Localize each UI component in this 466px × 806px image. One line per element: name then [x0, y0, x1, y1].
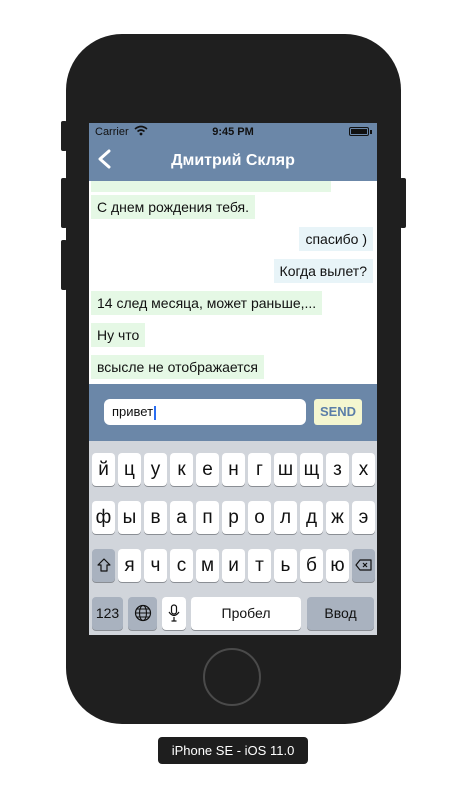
- key[interactable]: н: [222, 453, 245, 486]
- numbers-key[interactable]: 123: [92, 597, 123, 630]
- key[interactable]: к: [170, 453, 193, 486]
- message-input-value: привет: [112, 404, 154, 419]
- key[interactable]: ч: [144, 549, 167, 582]
- volume-down-button: [61, 240, 67, 290]
- key[interactable]: м: [196, 549, 219, 582]
- key[interactable]: ь: [274, 549, 297, 582]
- key[interactable]: а: [170, 501, 193, 534]
- message-input[interactable]: привет: [104, 399, 306, 425]
- text-cursor: [154, 405, 157, 420]
- volume-up-button: [61, 178, 67, 228]
- key[interactable]: ж: [326, 501, 349, 534]
- key[interactable]: э: [352, 501, 375, 534]
- key[interactable]: я: [118, 549, 141, 582]
- message-bubble: Ну что: [91, 323, 146, 347]
- key[interactable]: б: [300, 549, 323, 582]
- battery-tip: [370, 130, 372, 134]
- screen: Carrier 9:45 PM Дмитрий Скляр С днем рож…: [89, 123, 377, 635]
- key[interactable]: и: [222, 549, 245, 582]
- power-button: [400, 178, 406, 228]
- chat-title: Дмитрий Скляр: [171, 152, 295, 169]
- key[interactable]: й: [92, 453, 115, 486]
- mute-switch: [61, 121, 67, 151]
- globe-icon[interactable]: [128, 597, 157, 630]
- message-bubble: 14 след месяца, может раньше,...: [91, 291, 323, 315]
- return-key[interactable]: Ввод: [307, 597, 374, 630]
- key[interactable]: р: [222, 501, 245, 534]
- message-bubble: спасибо ): [299, 227, 373, 251]
- partial-message: [91, 181, 331, 192]
- key[interactable]: т: [248, 549, 271, 582]
- message-bubble: всысле не отображается: [91, 355, 265, 379]
- key[interactable]: ш: [274, 453, 297, 486]
- key[interactable]: л: [274, 501, 297, 534]
- status-bar: Carrier 9:45 PM: [89, 123, 377, 141]
- key[interactable]: ц: [118, 453, 141, 486]
- battery-icon: [349, 127, 369, 136]
- key[interactable]: х: [352, 453, 375, 486]
- mic-icon[interactable]: [162, 597, 186, 630]
- key[interactable]: ю: [326, 549, 349, 582]
- backspace-icon[interactable]: [352, 549, 375, 582]
- keyboard: й ц у к е н г ш щ з х ф ы в а п р о л д …: [89, 441, 377, 635]
- key[interactable]: ы: [118, 501, 141, 534]
- key[interactable]: в: [144, 501, 167, 534]
- message-bubble: Когда вылет?: [273, 259, 373, 283]
- space-key[interactable]: Пробел: [191, 597, 301, 630]
- key[interactable]: д: [300, 501, 323, 534]
- key[interactable]: е: [196, 453, 219, 486]
- key[interactable]: ф: [92, 501, 115, 534]
- home-button[interactable]: [203, 648, 261, 706]
- navigation-bar: Дмитрий Скляр: [89, 141, 377, 181]
- input-bar: привет SEND: [89, 384, 377, 441]
- message-bubble: С днем рождения тебя.: [91, 195, 256, 219]
- key[interactable]: щ: [300, 453, 323, 486]
- device-label: iPhone SE - iOS 11.0: [158, 737, 308, 764]
- key[interactable]: з: [326, 453, 349, 486]
- key[interactable]: с: [170, 549, 193, 582]
- send-button[interactable]: SEND: [314, 399, 362, 425]
- message-list[interactable]: С днем рождения тебя. спасибо ) Когда вы…: [89, 181, 377, 384]
- clock: 9:45 PM: [212, 126, 254, 138]
- key[interactable]: г: [248, 453, 271, 486]
- key[interactable]: у: [144, 453, 167, 486]
- key[interactable]: о: [248, 501, 271, 534]
- key[interactable]: п: [196, 501, 219, 534]
- shift-icon[interactable]: [92, 549, 115, 582]
